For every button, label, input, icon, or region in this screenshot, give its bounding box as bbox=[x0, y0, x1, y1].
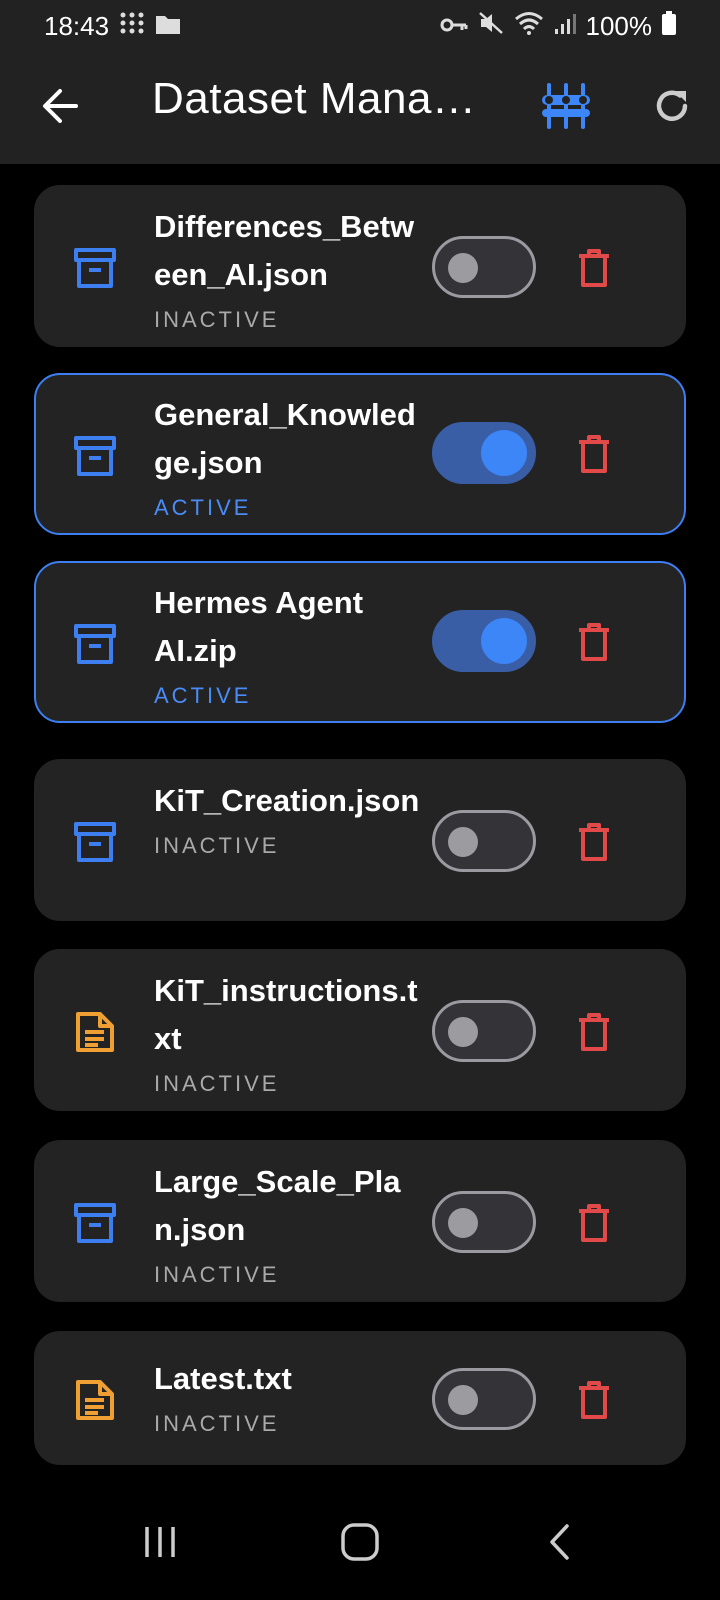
dataset-active-toggle[interactable] bbox=[432, 1368, 536, 1430]
document-icon bbox=[72, 1377, 118, 1423]
trash-icon bbox=[579, 623, 609, 661]
refresh-icon bbox=[656, 90, 688, 121]
dataset-active-toggle[interactable] bbox=[432, 1191, 536, 1253]
dataset-card: KiT_Creation.json INACTIVE bbox=[34, 759, 686, 921]
home-button[interactable] bbox=[330, 1518, 390, 1566]
dataset-info: KiT_Creation.json INACTIVE bbox=[154, 777, 422, 861]
dataset-status: ACTIVE bbox=[154, 495, 252, 520]
app-bar: Dataset Mana… bbox=[0, 52, 720, 164]
archive-icon bbox=[72, 621, 118, 667]
dataset-name: KiT_instructions.txt bbox=[154, 973, 418, 1056]
dataset-card: Latest.txt INACTIVE bbox=[34, 1331, 686, 1465]
dataset-name: Latest.txt bbox=[154, 1361, 292, 1396]
toggle-knob bbox=[448, 1208, 478, 1238]
back-button[interactable] bbox=[36, 82, 84, 130]
archive-icon bbox=[72, 819, 118, 865]
toggle-knob bbox=[448, 827, 478, 857]
archive-icon bbox=[72, 433, 118, 479]
delete-button[interactable] bbox=[570, 1376, 618, 1424]
nav-back-button[interactable] bbox=[530, 1518, 590, 1566]
refresh-button[interactable] bbox=[648, 82, 696, 130]
battery-icon bbox=[662, 10, 676, 42]
dataset-active-toggle[interactable] bbox=[432, 422, 536, 484]
dataset-status: INACTIVE bbox=[154, 307, 280, 332]
recent-apps-icon bbox=[145, 1527, 175, 1557]
wifi-icon bbox=[514, 11, 544, 42]
battery-percent: 100% bbox=[585, 10, 653, 41]
recent-apps-button[interactable] bbox=[130, 1518, 190, 1566]
trash-icon bbox=[579, 1204, 609, 1242]
trash-icon bbox=[579, 1381, 609, 1419]
app-grid-notification-icon bbox=[119, 11, 145, 42]
archive-icon bbox=[72, 245, 118, 291]
trash-icon bbox=[579, 1013, 609, 1051]
dataset-list[interactable]: Differences_Between_AI.json INACTIVE Gen… bbox=[0, 164, 720, 1484]
tune-sliders-icon bbox=[542, 83, 590, 129]
trash-icon bbox=[579, 823, 609, 861]
dataset-name: Hermes Agent AI.zip bbox=[154, 585, 364, 668]
signal-icon bbox=[554, 11, 576, 42]
nav-back-icon bbox=[550, 1524, 569, 1560]
page-title: Dataset Mana… bbox=[152, 74, 477, 123]
toggle-knob bbox=[481, 430, 527, 476]
dataset-card: General_Knowledge.json ACTIVE bbox=[34, 373, 686, 535]
dataset-card: Large_Scale_Plan.json INACTIVE bbox=[34, 1140, 686, 1302]
home-icon bbox=[341, 1523, 379, 1561]
trash-icon bbox=[579, 249, 609, 287]
status-time: 18:43 bbox=[44, 10, 110, 41]
dataset-status: INACTIVE bbox=[154, 833, 280, 858]
dataset-active-toggle[interactable] bbox=[432, 610, 536, 672]
dataset-name: KiT_Creation.json bbox=[154, 783, 420, 818]
dataset-active-toggle[interactable] bbox=[432, 1000, 536, 1062]
delete-button[interactable] bbox=[570, 618, 618, 666]
toggle-knob bbox=[481, 618, 527, 664]
status-bar: 18:43 100% bbox=[0, 0, 720, 52]
dataset-card: KiT_instructions.txt INACTIVE bbox=[34, 949, 686, 1111]
toggle-knob bbox=[448, 253, 478, 283]
arrow-left-icon bbox=[43, 89, 78, 123]
dataset-name: General_Knowledge.json bbox=[154, 397, 416, 480]
dataset-info: KiT_instructions.txt INACTIVE bbox=[154, 967, 422, 1099]
toggle-knob bbox=[448, 1385, 478, 1415]
delete-button[interactable] bbox=[570, 244, 618, 292]
document-icon bbox=[72, 1009, 118, 1055]
dataset-card: Differences_Between_AI.json INACTIVE bbox=[34, 185, 686, 347]
dataset-card: Hermes Agent AI.zip ACTIVE bbox=[34, 561, 686, 723]
delete-button[interactable] bbox=[570, 430, 618, 478]
dataset-info: Large_Scale_Plan.json INACTIVE bbox=[154, 1158, 422, 1290]
delete-button[interactable] bbox=[570, 1008, 618, 1056]
dataset-info: Hermes Agent AI.zip ACTIVE bbox=[154, 579, 422, 711]
delete-button[interactable] bbox=[570, 1199, 618, 1247]
delete-button[interactable] bbox=[570, 818, 618, 866]
dataset-name: Large_Scale_Plan.json bbox=[154, 1164, 401, 1247]
vpn-key-icon bbox=[440, 11, 468, 42]
dataset-info: General_Knowledge.json ACTIVE bbox=[154, 391, 422, 523]
dataset-status: INACTIVE bbox=[154, 1071, 280, 1096]
dataset-active-toggle[interactable] bbox=[432, 810, 536, 872]
dataset-status: INACTIVE bbox=[154, 1411, 280, 1436]
archive-icon bbox=[72, 1200, 118, 1246]
dataset-status: INACTIVE bbox=[154, 1262, 280, 1287]
dataset-name: Differences_Between_AI.json bbox=[154, 209, 415, 292]
trash-icon bbox=[579, 435, 609, 473]
toggle-knob bbox=[448, 1017, 478, 1047]
dataset-info: Differences_Between_AI.json INACTIVE bbox=[154, 203, 422, 335]
system-nav-bar bbox=[0, 1484, 720, 1600]
dataset-active-toggle[interactable] bbox=[432, 236, 536, 298]
folder-notification-icon bbox=[155, 11, 181, 42]
dataset-status: ACTIVE bbox=[154, 683, 252, 708]
mute-icon bbox=[478, 11, 504, 42]
dataset-info: Latest.txt INACTIVE bbox=[154, 1355, 422, 1439]
filter-settings-button[interactable] bbox=[538, 78, 594, 134]
